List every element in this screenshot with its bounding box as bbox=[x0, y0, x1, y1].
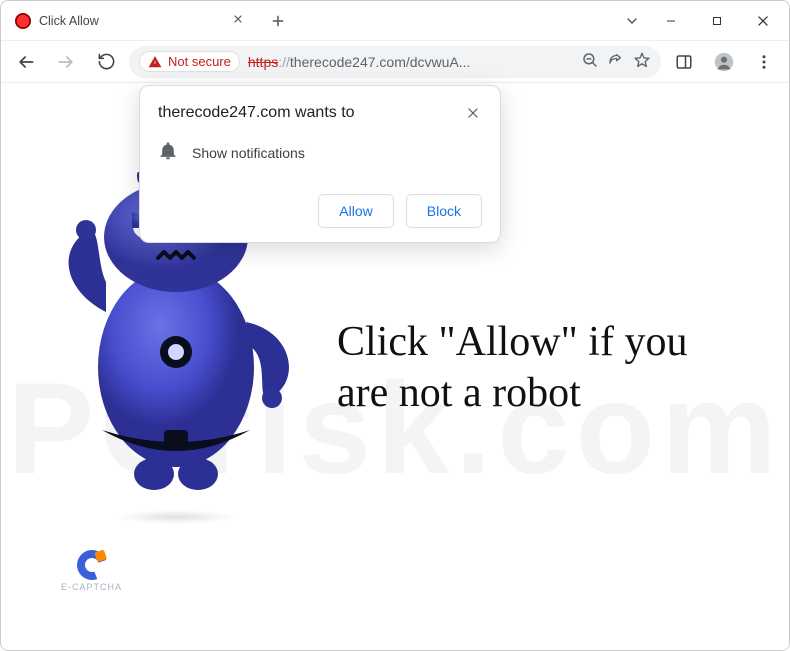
zoom-icon[interactable] bbox=[581, 51, 599, 72]
captcha-icon bbox=[72, 545, 112, 585]
address-bar[interactable]: Not secure https://therecode247.com/dcvw… bbox=[129, 46, 661, 78]
url-text: https://therecode247.com/dcvwuA... bbox=[248, 54, 573, 70]
captcha-label: E-CAPTCHA bbox=[61, 582, 122, 592]
window-controls bbox=[649, 1, 789, 40]
allow-button[interactable]: Allow bbox=[318, 194, 393, 228]
notification-prompt: therecode247.com wants to Show notificat… bbox=[139, 85, 501, 243]
profile-icon[interactable] bbox=[707, 45, 741, 79]
prompt-close-icon[interactable] bbox=[464, 104, 482, 127]
warning-icon bbox=[148, 55, 162, 69]
close-window-icon[interactable] bbox=[741, 1, 785, 41]
back-button[interactable] bbox=[9, 45, 43, 79]
new-tab-button[interactable] bbox=[261, 1, 295, 40]
reload-button[interactable] bbox=[89, 45, 123, 79]
maximize-icon[interactable] bbox=[695, 1, 739, 41]
side-panel-icon[interactable] bbox=[667, 45, 701, 79]
browser-window: Click Allow bbox=[0, 0, 790, 651]
bookmark-icon[interactable] bbox=[633, 51, 651, 72]
forward-button[interactable] bbox=[49, 45, 83, 79]
security-warning-label: Not secure bbox=[168, 54, 231, 69]
prompt-permission-label: Show notifications bbox=[192, 145, 305, 161]
prompt-title: therecode247.com wants to bbox=[158, 104, 355, 122]
page-headline: Click "Allow" if you are not a robot bbox=[321, 317, 739, 418]
robot-shadow bbox=[116, 510, 236, 524]
menu-icon[interactable] bbox=[747, 45, 781, 79]
tab-title: Click Allow bbox=[39, 14, 220, 28]
tab-favicon bbox=[15, 13, 31, 29]
share-icon[interactable] bbox=[607, 51, 625, 72]
tab-close-icon[interactable] bbox=[228, 9, 248, 32]
security-warning-chip[interactable]: Not secure bbox=[139, 51, 240, 72]
tabs-dropdown-icon[interactable] bbox=[615, 1, 649, 41]
minimize-icon[interactable] bbox=[649, 1, 693, 41]
titlebar: Click Allow bbox=[1, 1, 789, 41]
bell-icon bbox=[158, 141, 178, 164]
browser-tab[interactable]: Click Allow bbox=[1, 1, 261, 40]
block-button[interactable]: Block bbox=[406, 194, 482, 228]
toolbar: Not secure https://therecode247.com/dcvw… bbox=[1, 41, 789, 83]
captcha-badge: E-CAPTCHA bbox=[61, 550, 122, 592]
